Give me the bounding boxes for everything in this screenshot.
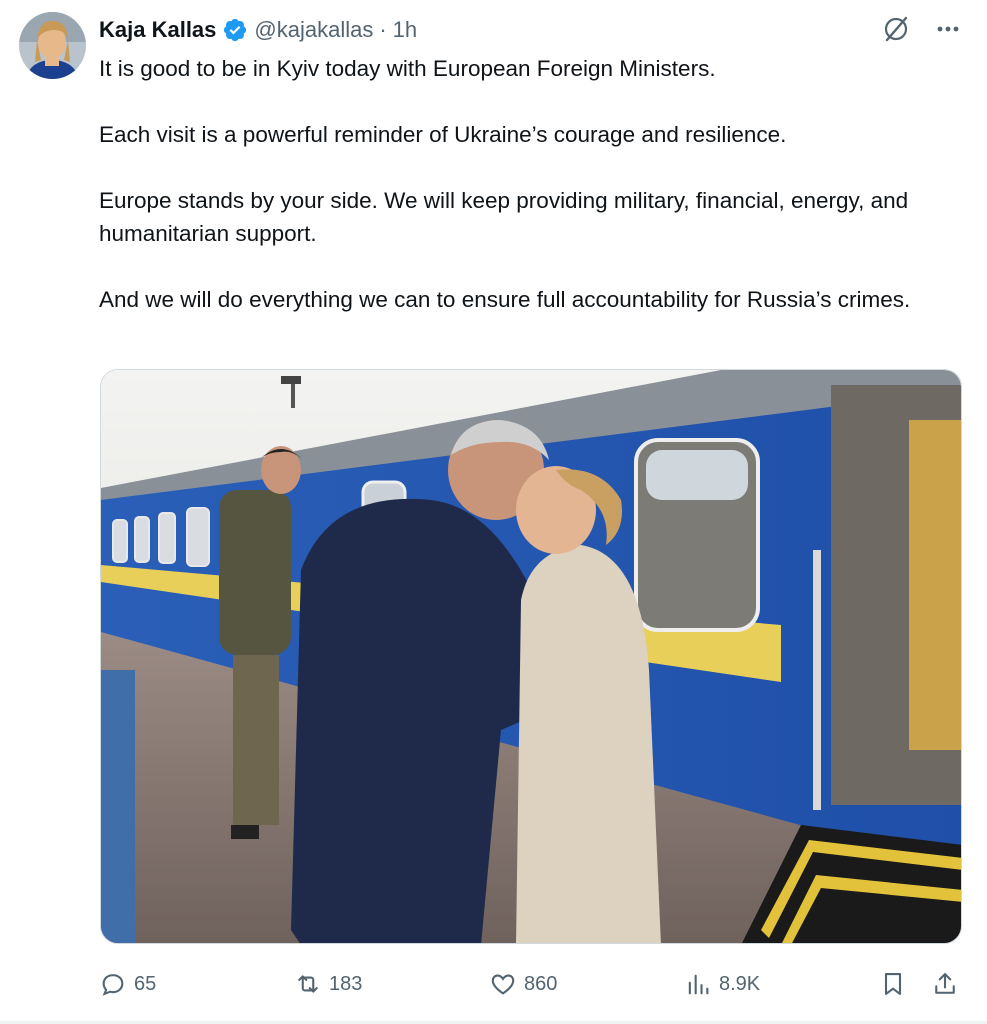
repost-count: 183	[329, 972, 363, 995]
bookmark-icon	[884, 973, 902, 995]
more-options-icon[interactable]	[933, 14, 963, 44]
like-button[interactable]: 860	[489, 964, 557, 1004]
reply-count: 65	[134, 972, 157, 995]
verified-badge-icon	[222, 17, 248, 43]
tweet-text: It is good to be in Kyiv today with Euro…	[99, 52, 959, 316]
photo-illustration	[101, 370, 961, 943]
bookmark-button[interactable]	[879, 964, 907, 1004]
share-button[interactable]	[931, 964, 959, 1004]
avatar[interactable]	[19, 12, 86, 79]
views-button[interactable]: 8.9K	[684, 964, 760, 1004]
reply-icon	[102, 974, 124, 996]
top-actions	[881, 14, 963, 44]
tweet-paragraph: And we will do everything we can to ensu…	[99, 287, 911, 312]
repost-icon	[298, 975, 318, 993]
views-icon	[688, 974, 709, 995]
heart-icon	[491, 974, 515, 995]
tweet-photo[interactable]	[100, 369, 962, 944]
author-name[interactable]: Kaja Kallas	[99, 17, 216, 43]
author-handle[interactable]: @kajakallas	[254, 17, 373, 43]
tweet-paragraph: Each visit is a powerful reminder of Ukr…	[99, 122, 787, 147]
separator-dot: ·	[379, 17, 387, 42]
tweet-action-bar: 65 183 860 8.9K	[99, 964, 963, 1004]
reply-button[interactable]: 65	[99, 964, 156, 1004]
avatar-photo	[19, 12, 86, 79]
tweet-header: Kaja Kallas @kajakallas · 1h	[99, 14, 417, 46]
views-count: 8.9K	[719, 972, 761, 995]
grok-icon[interactable]	[881, 14, 911, 44]
repost-button[interactable]: 183	[294, 964, 362, 1004]
tweet-time[interactable]: 1h	[393, 17, 417, 43]
like-count: 860	[524, 972, 558, 995]
tweet-paragraph: It is good to be in Kyiv today with Euro…	[99, 56, 716, 81]
tweet-paragraph: Europe stands by your side. We will keep…	[99, 188, 909, 246]
share-icon	[935, 973, 955, 994]
